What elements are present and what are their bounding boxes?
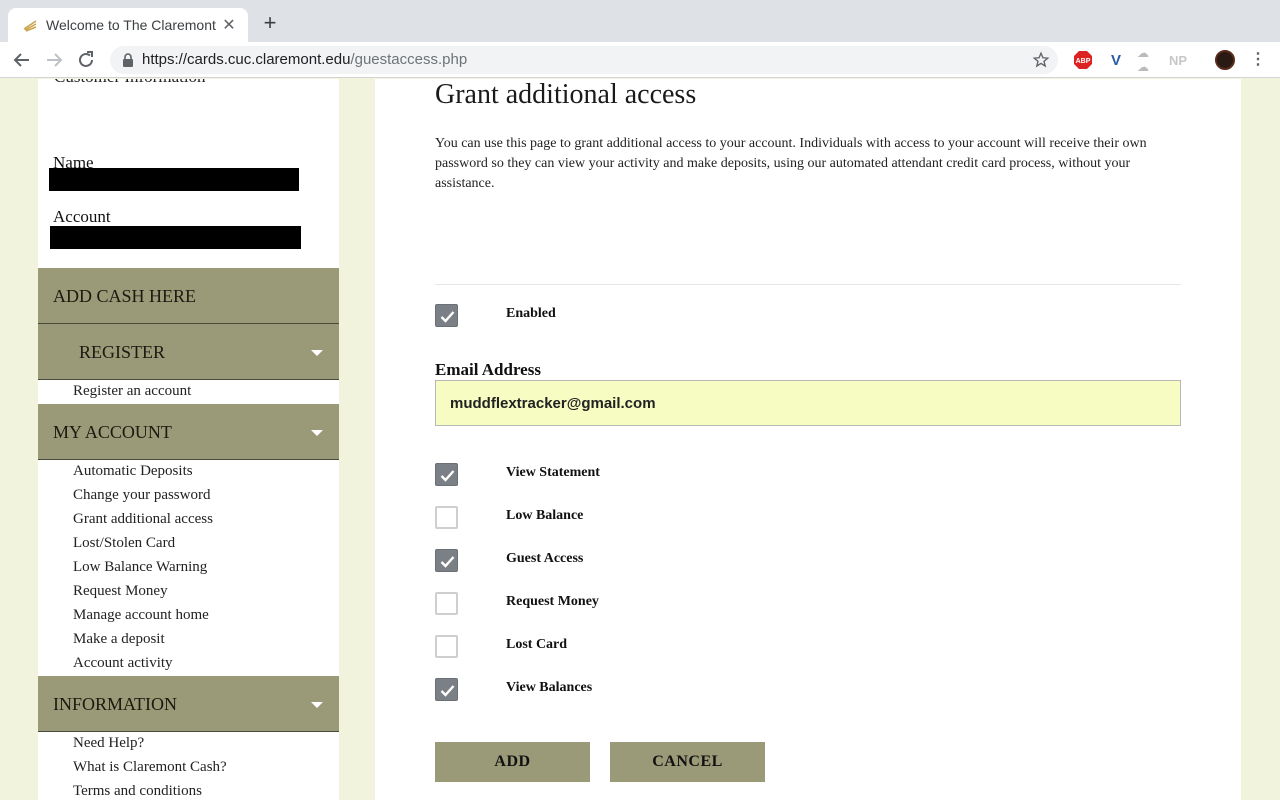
url-text: https://cards.cuc.claremont.edu/guestacc… — [142, 51, 468, 68]
chevron-down-icon — [311, 702, 323, 708]
my-account-menu[interactable]: MY ACCOUNT — [38, 404, 339, 460]
enabled-label[interactable]: Enabled — [506, 306, 556, 322]
lost-card-checkbox[interactable] — [435, 635, 458, 658]
browser-menu-icon[interactable]: ⋮ — [1248, 50, 1268, 70]
intro-text: You can use this page to grant additiona… — [435, 136, 1147, 191]
view-balances-label[interactable]: View Balances — [506, 680, 592, 696]
guest-access-label[interactable]: Guest Access — [506, 551, 583, 567]
browser-tabbar: Welcome to The Claremont Co ✕ + — [0, 0, 1280, 42]
register-menu[interactable]: REGISTER — [38, 324, 339, 380]
sidebar-item-low-balance[interactable]: Low Balance Warning — [73, 559, 207, 576]
browser-tab[interactable]: Welcome to The Claremont Co ✕ — [8, 8, 248, 42]
browser-toolbar: https://cards.cuc.claremont.edu/guestacc… — [0, 42, 1280, 78]
chevron-down-icon — [311, 350, 323, 356]
profile-avatar-icon[interactable] — [1215, 50, 1235, 70]
sidebar-item-account-activity[interactable]: Account activity — [73, 655, 173, 672]
sidebar-item-request-money[interactable]: Request Money — [73, 583, 168, 600]
name-redaction — [49, 168, 299, 191]
checkmark-icon — [440, 311, 455, 323]
sidebar-item-terms[interactable]: Terms and conditions — [73, 783, 202, 800]
divider — [435, 284, 1181, 285]
bookmark-star-icon[interactable] — [1032, 51, 1050, 69]
customer-info-heading: Customer Information — [54, 79, 206, 87]
sidebar-item-what-is-claremont-cash[interactable]: What is Claremont Cash? — [73, 759, 227, 776]
sidebar-item-automatic-deposits[interactable]: Automatic Deposits — [73, 463, 193, 480]
low-balance-checkbox[interactable] — [435, 506, 458, 529]
lock-icon — [123, 53, 133, 67]
view-statement-checkbox[interactable] — [435, 463, 458, 486]
sidebar-item-need-help[interactable]: Need Help? — [73, 735, 144, 752]
sidebar-item-lost-card[interactable]: Lost/Stolen Card — [73, 535, 175, 552]
main-content: Grant additional access You can use this… — [375, 79, 1241, 800]
chevron-down-icon — [311, 430, 323, 436]
new-tab-icon[interactable]: + — [258, 11, 282, 35]
reload-icon[interactable] — [74, 48, 98, 72]
add-button[interactable]: ADD — [435, 742, 590, 782]
add-cash-link[interactable]: ADD CASH HERE — [38, 268, 339, 324]
page: Customer Information Name Account ADD CA… — [0, 79, 1280, 800]
checkmark-icon — [440, 556, 455, 568]
enabled-checkbox[interactable] — [435, 304, 458, 327]
sidebar-item-make-deposit[interactable]: Make a deposit — [73, 631, 165, 648]
cloud-extension-icon[interactable]: ☁☁ — [1137, 46, 1157, 74]
information-menu[interactable]: INFORMATION — [38, 676, 339, 732]
adblock-extension-icon[interactable]: ABP — [1073, 50, 1093, 70]
close-tab-icon[interactable]: ✕ — [220, 15, 238, 35]
back-arrow-icon[interactable] — [10, 48, 34, 72]
page-title: Grant additional access — [435, 79, 697, 110]
sidebar-item-change-password[interactable]: Change your password — [73, 487, 210, 504]
checkmark-icon — [440, 470, 455, 482]
email-label: Email Address — [435, 360, 541, 379]
request-money-label[interactable]: Request Money — [506, 594, 599, 610]
site-favicon-icon — [23, 20, 37, 32]
address-bar[interactable]: https://cards.cuc.claremont.edu/guestacc… — [110, 46, 1058, 74]
view-balances-checkbox[interactable] — [435, 678, 458, 701]
v-extension-icon[interactable]: V — [1106, 50, 1126, 70]
checkmark-icon — [440, 685, 455, 697]
cancel-button[interactable]: CANCEL — [610, 742, 765, 782]
account-label: Account — [53, 207, 111, 226]
tab-title: Welcome to The Claremont Co — [46, 17, 220, 33]
low-balance-label[interactable]: Low Balance — [506, 508, 583, 524]
view-statement-label[interactable]: View Statement — [506, 465, 600, 481]
sidebar-item-register-account[interactable]: Register an account — [73, 383, 191, 400]
forward-arrow-icon[interactable] — [42, 48, 66, 72]
request-money-checkbox[interactable] — [435, 592, 458, 615]
account-redaction — [50, 226, 301, 249]
lost-card-label[interactable]: Lost Card — [506, 637, 567, 653]
svg-text:ABP: ABP — [1076, 58, 1091, 65]
sidebar-item-grant-access[interactable]: Grant additional access — [73, 511, 213, 528]
sidebar: Customer Information Name Account ADD CA… — [38, 79, 339, 800]
np-extension-icon[interactable]: NP — [1168, 50, 1188, 70]
email-field[interactable] — [435, 380, 1181, 426]
sidebar-item-manage-account[interactable]: Manage account home — [73, 607, 209, 624]
guest-access-checkbox[interactable] — [435, 549, 458, 572]
